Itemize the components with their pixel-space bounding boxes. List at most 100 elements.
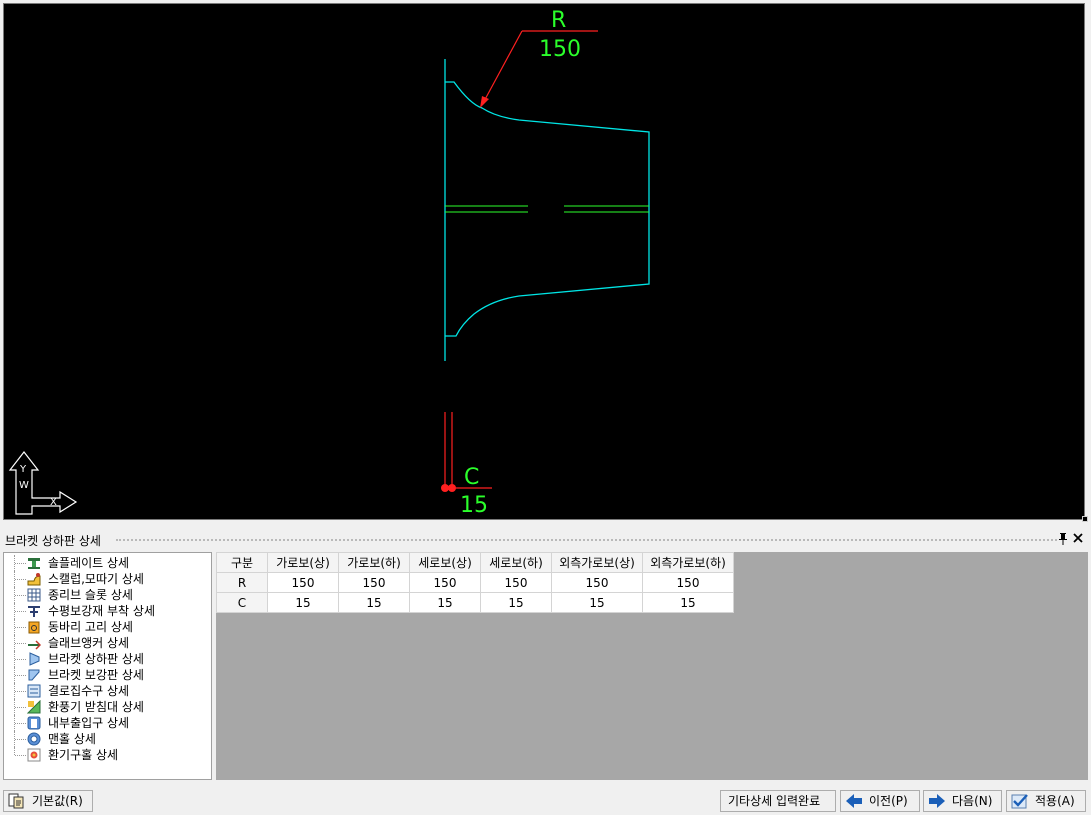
table-cell[interactable]: 150: [642, 572, 734, 593]
c-leader-dot-2: [448, 484, 456, 492]
sole-plate-icon: [27, 556, 41, 570]
tree-item[interactable]: 수평보강재 부착 상세: [4, 603, 209, 619]
tree-item-label: 슬래브앵커 상세: [48, 636, 130, 650]
column-header[interactable]: 세로보(하): [480, 552, 552, 573]
tree-guide-line: [14, 587, 26, 603]
table-cell[interactable]: 15: [551, 592, 643, 613]
apply-button[interactable]: 적용(A): [1006, 790, 1086, 812]
table-row: R 150 150 150 150 150 150: [216, 572, 734, 593]
tree-item[interactable]: 내부출입구 상세: [4, 715, 209, 731]
row-header-cell[interactable]: C: [216, 592, 268, 613]
table-cell[interactable]: 15: [409, 592, 481, 613]
grid-area: 구분 가로보(상) 가로보(하) 세로보(상) 세로보(하) 외측가로보(상) 외측가로보(…: [216, 552, 1088, 780]
table-header-row: 구분 가로보(상) 가로보(하) 세로보(상) 세로보(하) 외측가로보(상) 외측가로보(…: [216, 552, 734, 573]
complete-button[interactable]: 기타상세 입력완료: [720, 790, 836, 812]
tree-guide-line: [14, 667, 26, 683]
table-cell[interactable]: 150: [267, 572, 339, 593]
tree-guide-line: [14, 603, 26, 619]
table-cell[interactable]: 15: [480, 592, 552, 613]
tree-item-label: 스캘럽,모따기 상세: [48, 572, 144, 586]
tree-item-label: 솔플레이트 상세: [48, 556, 130, 570]
fan-stand-icon: [26, 699, 41, 714]
column-header[interactable]: 외측가로보(상): [551, 552, 643, 573]
cad-viewport[interactable]: R 150 C 15 Y W X: [3, 3, 1088, 522]
drain-icon: [27, 684, 41, 698]
table-cell[interactable]: 150: [338, 572, 410, 593]
tree-guide-line: [14, 635, 26, 651]
ucs-y-label: Y: [19, 464, 27, 475]
cad-drawing: R 150 C 15 Y W X: [8, 8, 650, 518]
anchor-icon: [27, 636, 42, 650]
tree-item-label: 환풍기 받침대 상세: [48, 700, 144, 714]
tree-item-label: 종리브 슬롯 상세: [48, 588, 133, 602]
table-cell[interactable]: 150: [480, 572, 552, 593]
rib-slot-icon: [27, 588, 41, 602]
arrow-right-icon: [928, 793, 946, 809]
tree-item-label: 환기구홀 상세: [48, 748, 119, 762]
prev-button[interactable]: 이전(P): [840, 790, 920, 812]
tree-item[interactable]: 결로집수구 상세: [4, 683, 209, 699]
bracket-plate-icon: [27, 652, 41, 666]
tree-item-label: 동바리 고리 상세: [48, 620, 133, 634]
table-cell[interactable]: 15: [338, 592, 410, 613]
tree-item[interactable]: 맨홀 상세: [4, 731, 209, 747]
viewport-resize-grip[interactable]: [1082, 516, 1088, 522]
tree-item-label: 브라켓 상하판 상세: [48, 652, 144, 666]
r-leader-arrow: [480, 96, 489, 108]
prev-label: 이전(P): [869, 794, 908, 808]
ucs-w-label: W: [19, 480, 29, 491]
next-button[interactable]: 다음(N): [923, 790, 1002, 812]
tree-item[interactable]: 솔플레이트 상세: [4, 555, 209, 571]
tree-item[interactable]: 환기구홀 상세: [4, 747, 209, 763]
panel-grip[interactable]: [116, 539, 1057, 541]
tree-item-label: 결로집수구 상세: [48, 684, 130, 698]
detail-tree[interactable]: 솔플레이트 상세스캘럽,모따기 상세종리브 슬롯 상세 수평보강재 부착 상세 동바…: [3, 552, 212, 780]
column-header[interactable]: 외측가로보(하): [642, 552, 734, 573]
close-icon[interactable]: [1071, 531, 1085, 547]
column-header[interactable]: 가로보(하): [338, 552, 410, 573]
vent-hole-icon: [27, 748, 41, 762]
table-cell[interactable]: 150: [409, 572, 481, 593]
arrow-left-icon: [845, 793, 863, 809]
hook-icon: [27, 620, 41, 634]
r-dimension-letter: R: [551, 8, 566, 33]
door-icon: [27, 716, 41, 730]
checkmark-icon: [1011, 793, 1029, 809]
tree-item[interactable]: 동바리 고리 상세: [4, 619, 209, 635]
stiffener-icon: [27, 604, 41, 618]
tree-item[interactable]: 브라켓 상하판 상세: [4, 651, 209, 667]
defaults-button[interactable]: 기본값(R): [3, 790, 93, 812]
table-cell[interactable]: 15: [642, 592, 734, 613]
panel-header: 브라켓 상하판 상세: [0, 531, 1091, 549]
c-dimension-value: 15: [460, 493, 488, 518]
column-header[interactable]: 세로보(상): [409, 552, 481, 573]
tree-guide-line: [14, 747, 26, 763]
bracket-stiffener-icon: [27, 668, 41, 682]
bracket-outline: [445, 81, 650, 337]
tree-guide-line: [14, 571, 26, 587]
tree-item[interactable]: 브라켓 보강판 상세: [4, 667, 209, 683]
next-label: 다음(N): [952, 794, 993, 808]
column-header[interactable]: 구분: [216, 552, 268, 573]
detail-table[interactable]: 구분 가로보(상) 가로보(하) 세로보(상) 세로보(하) 외측가로보(상) 외측가로보(…: [216, 552, 734, 613]
r-dimension-value: 150: [539, 37, 581, 62]
tree-guide-line: [14, 619, 26, 635]
tree-item[interactable]: 스캘럽,모따기 상세: [4, 571, 209, 587]
row-header-cell[interactable]: R: [216, 572, 268, 593]
c-leader-dot-1: [441, 484, 449, 492]
manhole-icon: [27, 732, 41, 746]
table-cell[interactable]: 15: [267, 592, 339, 613]
r-leader-line: [481, 30, 523, 106]
table-cell[interactable]: 150: [551, 572, 643, 593]
defaults-icon: [8, 793, 26, 809]
c-dimension-letter: C: [464, 465, 479, 490]
tree-item[interactable]: 환풍기 받침대 상세: [4, 699, 209, 715]
apply-label: 적용(A): [1035, 794, 1075, 808]
column-header[interactable]: 가로보(상): [267, 552, 339, 573]
pin-icon[interactable]: [1057, 532, 1069, 546]
complete-label: 기타상세 입력완료: [728, 794, 821, 808]
tree-item[interactable]: 종리브 슬롯 상세: [4, 587, 209, 603]
panel-title: 브라켓 상하판 상세: [5, 534, 101, 548]
tree-item[interactable]: 슬래브앵커 상세: [4, 635, 209, 651]
tree-guide-line: [14, 683, 26, 699]
